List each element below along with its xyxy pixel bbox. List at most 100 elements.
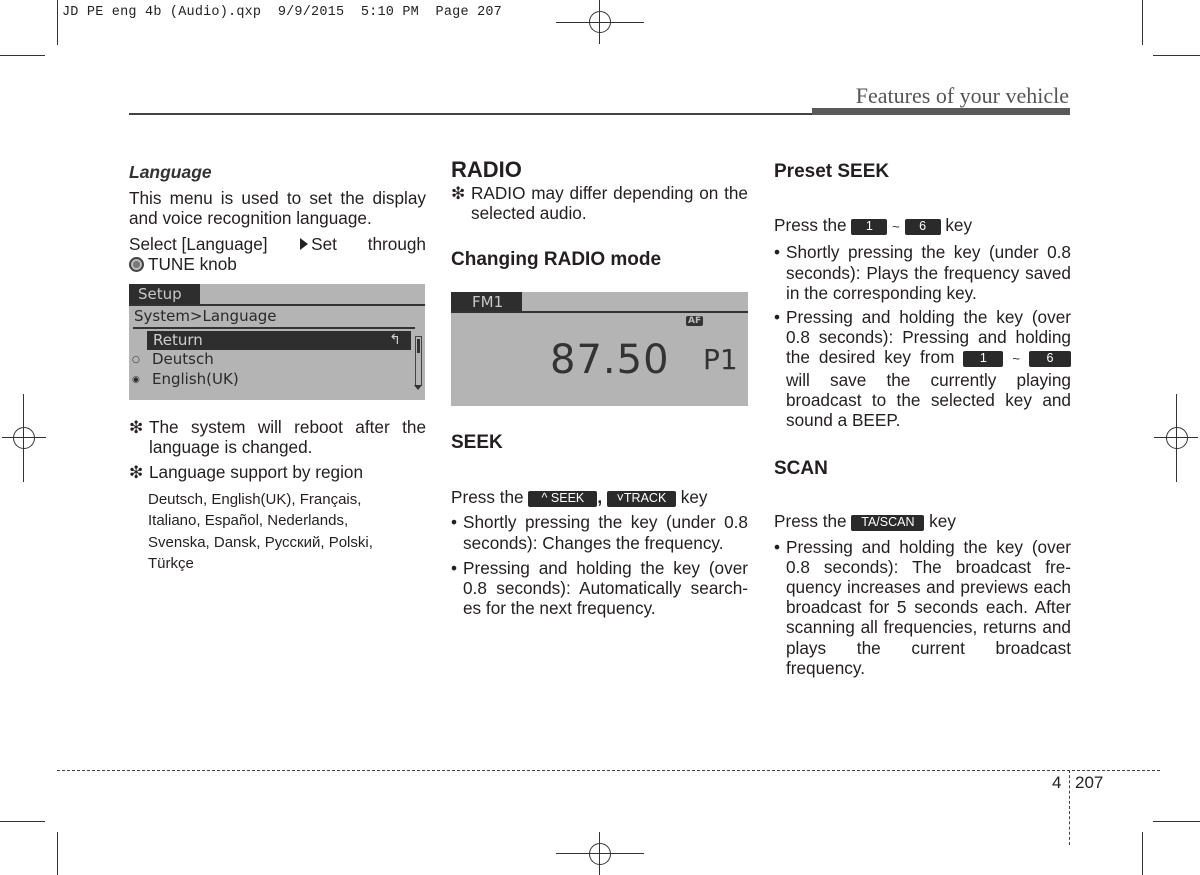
crop-mark [57, 832, 58, 875]
note-text: The system will reboot after the languag… [149, 417, 426, 458]
language-list: Deutsch, English(UK), Français, Italiano… [129, 489, 426, 575]
track-key-label: TRACK [623, 491, 667, 506]
press-the-text: Press the [451, 487, 524, 508]
seek-key: ^ SEEK [528, 491, 598, 508]
key-text: key [680, 487, 708, 508]
seek-heading: SEEK [451, 432, 503, 453]
bullet-text: will save the currently playing broadcas… [786, 369, 1071, 431]
header-rule [129, 113, 812, 115]
radio-unselected-icon: ○ [132, 355, 140, 365]
scan-heading: SCAN [774, 458, 828, 480]
tune-knob-line: TUNE knob [129, 254, 426, 274]
preset-key-6: 6 [1028, 351, 1071, 368]
bullet-text: Pressing and holding the key (over 0.8 s… [786, 536, 1071, 678]
radio-selected-icon: ◉ [132, 375, 140, 385]
language-list-line: Svenska, Dansk, Русский, Polski, [148, 533, 373, 551]
bullet-icon: • [774, 536, 781, 557]
af-badge: AF [686, 316, 704, 326]
return-label: Return [153, 331, 203, 349]
language-list-line: Türkçe [148, 555, 194, 573]
screen-divider [133, 327, 415, 329]
scan-instruction: Press the TA/SCAN key [774, 511, 1071, 532]
note-text: Language support by region [149, 462, 364, 483]
screen-divider [451, 311, 748, 313]
note-mark-icon: ❇ [129, 462, 144, 483]
bullet-icon: • [451, 512, 458, 533]
tilde: ~ [1012, 351, 1020, 367]
language-list-line: Deutsch, English(UK), Français, [148, 490, 362, 508]
select-text: Select [Language] [129, 233, 268, 254]
ta-scan-key: TA/SCAN [851, 515, 925, 532]
arrow-right-icon: Set through [298, 234, 426, 254]
screen-tab-fm1: FM1 [451, 292, 522, 312]
page-number: 207 [1075, 773, 1104, 792]
crop-mark [1142, 832, 1143, 875]
screen-divider [129, 304, 425, 306]
scrollbar-thumb[interactable] [417, 339, 420, 353]
radio-heading: RADIO [451, 157, 522, 182]
bullet-icon: • [774, 307, 781, 328]
preset-bullet: • Shortly pressing the key (under 0.8 sec… [774, 242, 1071, 303]
chevron-down-icon: ˅ [616, 491, 624, 506]
tune-knob-icon [129, 256, 144, 272]
screen-breadcrumb: System>Language [134, 307, 277, 325]
note-mark-icon: ❇ [451, 183, 466, 204]
preset-key-6: 6 [904, 219, 941, 236]
chapter-number: 4 [1052, 773, 1062, 792]
bullet-text: Shortly pressing the key (under 0.8 seco… [463, 512, 748, 553]
tilde: ~ [892, 219, 900, 235]
seek-section: SEEK Press the ^ SEEK, ˅TRACK key • Short… [451, 432, 748, 619]
option-label: English(UK) [152, 370, 239, 388]
track-key: ˅TRACK [606, 491, 676, 508]
seek-key-label: SEEK [550, 491, 585, 506]
language-select-instruction: Select [Language] Set through [129, 234, 426, 254]
bullet-text: Shortly pressing the key (under 0.8 seco… [786, 242, 1071, 303]
crop-mark [1153, 821, 1200, 822]
seek-bullet: • Shortly pressing the key (under 0.8 sec… [451, 512, 748, 552]
radio-fm-screen: FM1 AF 87.50 P1 [451, 292, 748, 406]
column-radio: RADIO ❇ RADIO may differ depending on the… [451, 157, 748, 270]
frequency-readout: 87.50 [550, 337, 670, 383]
preset-instruction: Press the 1 ~ 6 key [774, 215, 1071, 237]
preset-bullet: • Pressing and holding the key (over 0.8 … [774, 307, 1071, 430]
note-radio: ❇ RADIO may differ depending on the selec… [451, 183, 748, 223]
option-label: Deutsch [152, 350, 214, 368]
crop-mark [1142, 0, 1143, 45]
return-icon: ↰ [389, 332, 401, 348]
bullet-icon: • [774, 242, 781, 263]
scan-bullet: • Pressing and holding the key (over 0.8 … [774, 537, 1071, 678]
seek-instruction: Press the ^ SEEK, ˅TRACK key [451, 487, 748, 508]
menu-item-return[interactable]: Return ↰ [147, 331, 411, 350]
comma: , [597, 487, 603, 508]
crop-mark [0, 821, 45, 822]
header-rule-thick [812, 108, 1070, 115]
preset-seek-heading: Preset SEEK [774, 161, 890, 182]
press-the-text: Press the [774, 215, 847, 236]
print-slug: JD PE eng 4b (Audio).qxp 9/9/2015 5:10 P… [62, 5, 502, 20]
column-preset-scan: Preset SEEK Press the 1 ~ 6 key • Shortly… [774, 161, 1071, 678]
language-notes: ❇ The system will reboot after the langua… [129, 417, 426, 575]
set-text: Set through [311, 233, 426, 254]
crop-mark [1153, 55, 1200, 56]
footer-dashed-divider [1069, 770, 1070, 845]
language-heading: Language [129, 162, 212, 182]
key-text: key [945, 215, 973, 236]
tune-knob-label: TUNE knob [148, 253, 237, 274]
note-mark-icon: ❇ [129, 417, 144, 437]
column-language: Language This menu is used to set the di… [129, 162, 426, 274]
menu-item-english-uk[interactable]: ◉ English(UK) [132, 370, 239, 388]
scrollbar[interactable] [414, 336, 422, 390]
menu-item-deutsch[interactable]: ○ Deutsch [132, 350, 214, 368]
footer-dashed-rule [57, 770, 1160, 771]
key-text: key [929, 511, 956, 532]
crop-mark [57, 0, 58, 45]
preset-readout: P1 [703, 343, 738, 376]
seek-bullet: • Pressing and holding the key (over 0.8 … [451, 558, 748, 619]
setup-language-screen: Setup System>Language Return ↰ ○ Deutsch … [129, 284, 425, 400]
language-list-line: Italiano, Español, Nederlands, [148, 512, 349, 530]
screen-tab-setup: Setup [129, 284, 200, 304]
crop-mark [0, 55, 45, 56]
running-head: Features of your vehicle [855, 83, 1069, 108]
chevron-up-icon: ^ [541, 491, 548, 506]
changing-radio-mode-heading: Changing RADIO mode [451, 248, 662, 270]
